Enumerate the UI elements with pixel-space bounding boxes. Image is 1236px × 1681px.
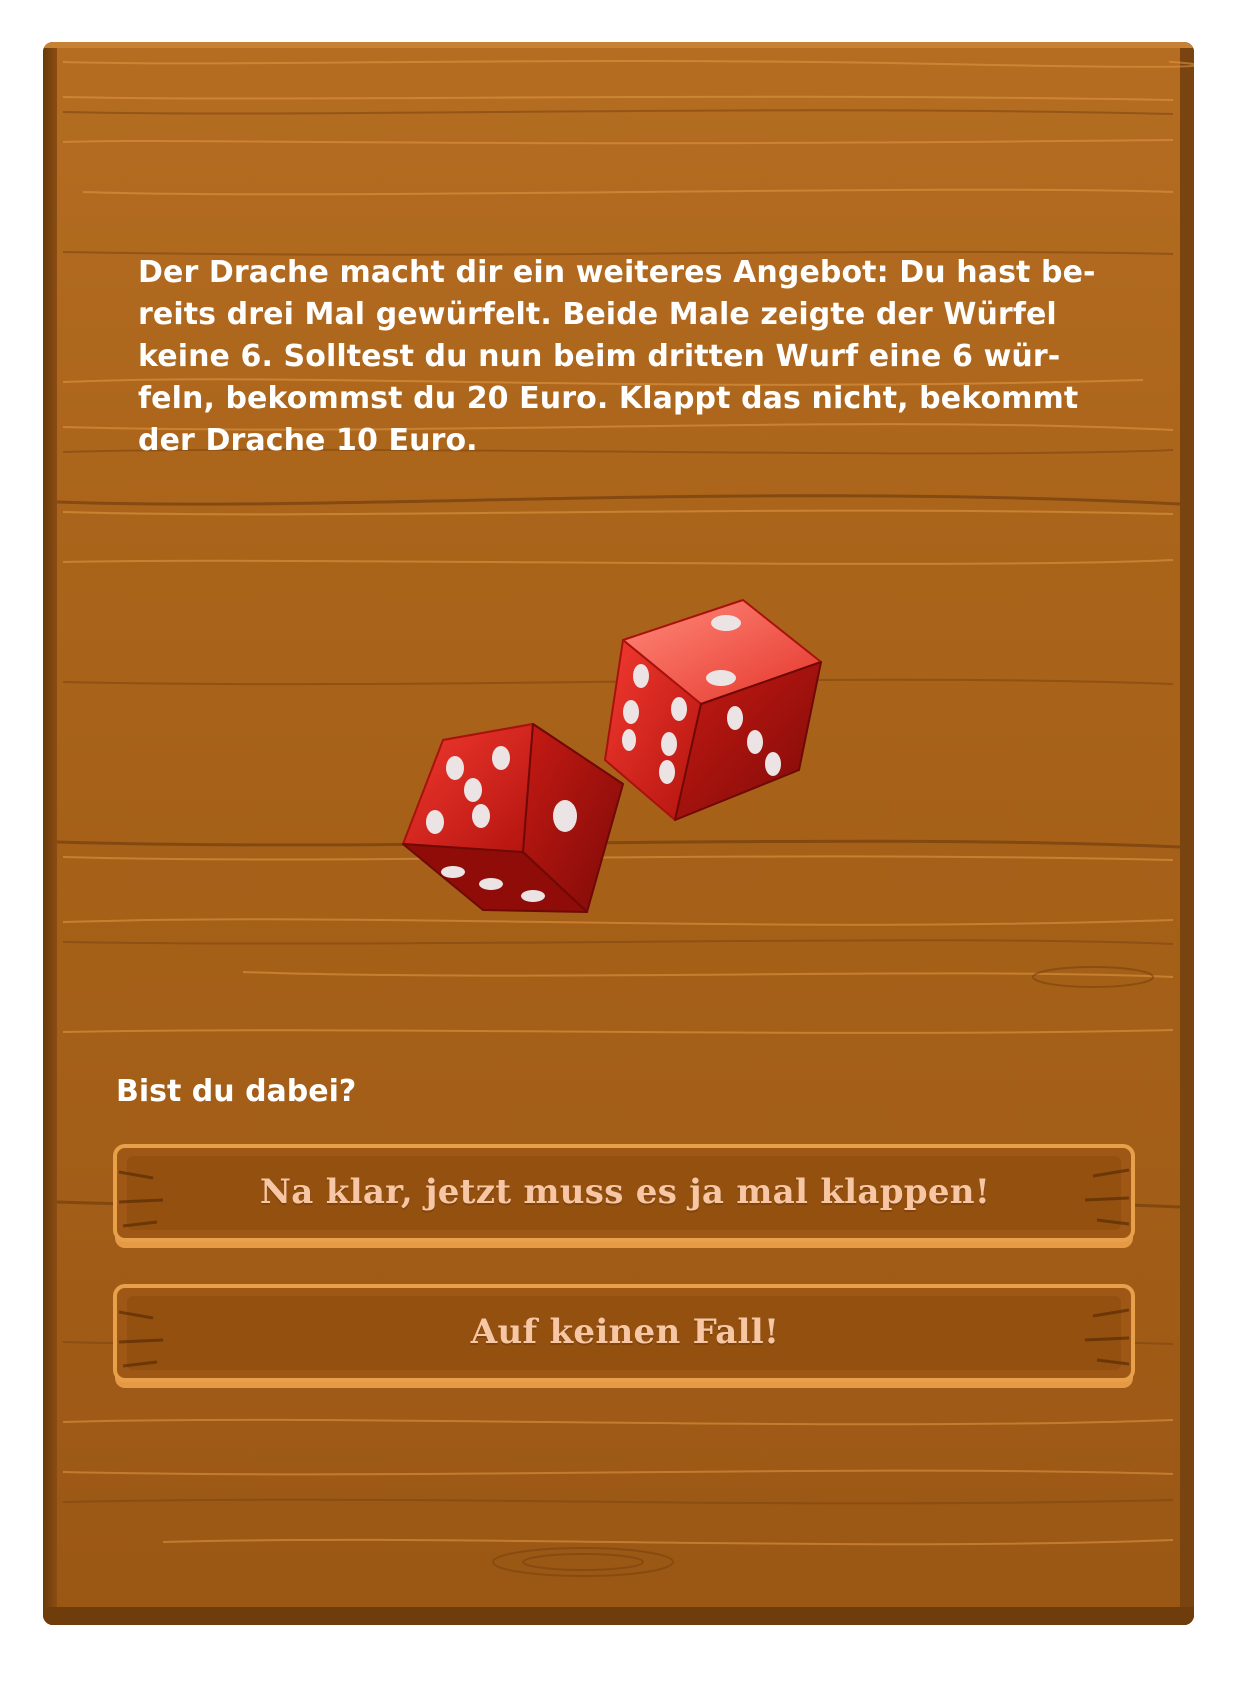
question-text: Bist du dabei? [116, 1074, 357, 1109]
accept-button-label: Na klar, jetzt muss es ja mal klappen! [259, 1172, 991, 1212]
decline-button-label: Auf keinen Fall! [470, 1312, 780, 1352]
die-right [604, 599, 822, 821]
dice-icon [402, 599, 822, 913]
accept-button[interactable]: Na klar, jetzt muss es ja mal klappen! [113, 1142, 1137, 1252]
offer-text: Der Drache macht dir ein weiteres Angebo… [138, 255, 1096, 458]
decline-button[interactable]: Auf keinen Fall! [113, 1282, 1137, 1392]
die-left [402, 723, 624, 913]
wooden-board: Der Drache macht dir ein weiteres Angebo… [43, 42, 1194, 1625]
